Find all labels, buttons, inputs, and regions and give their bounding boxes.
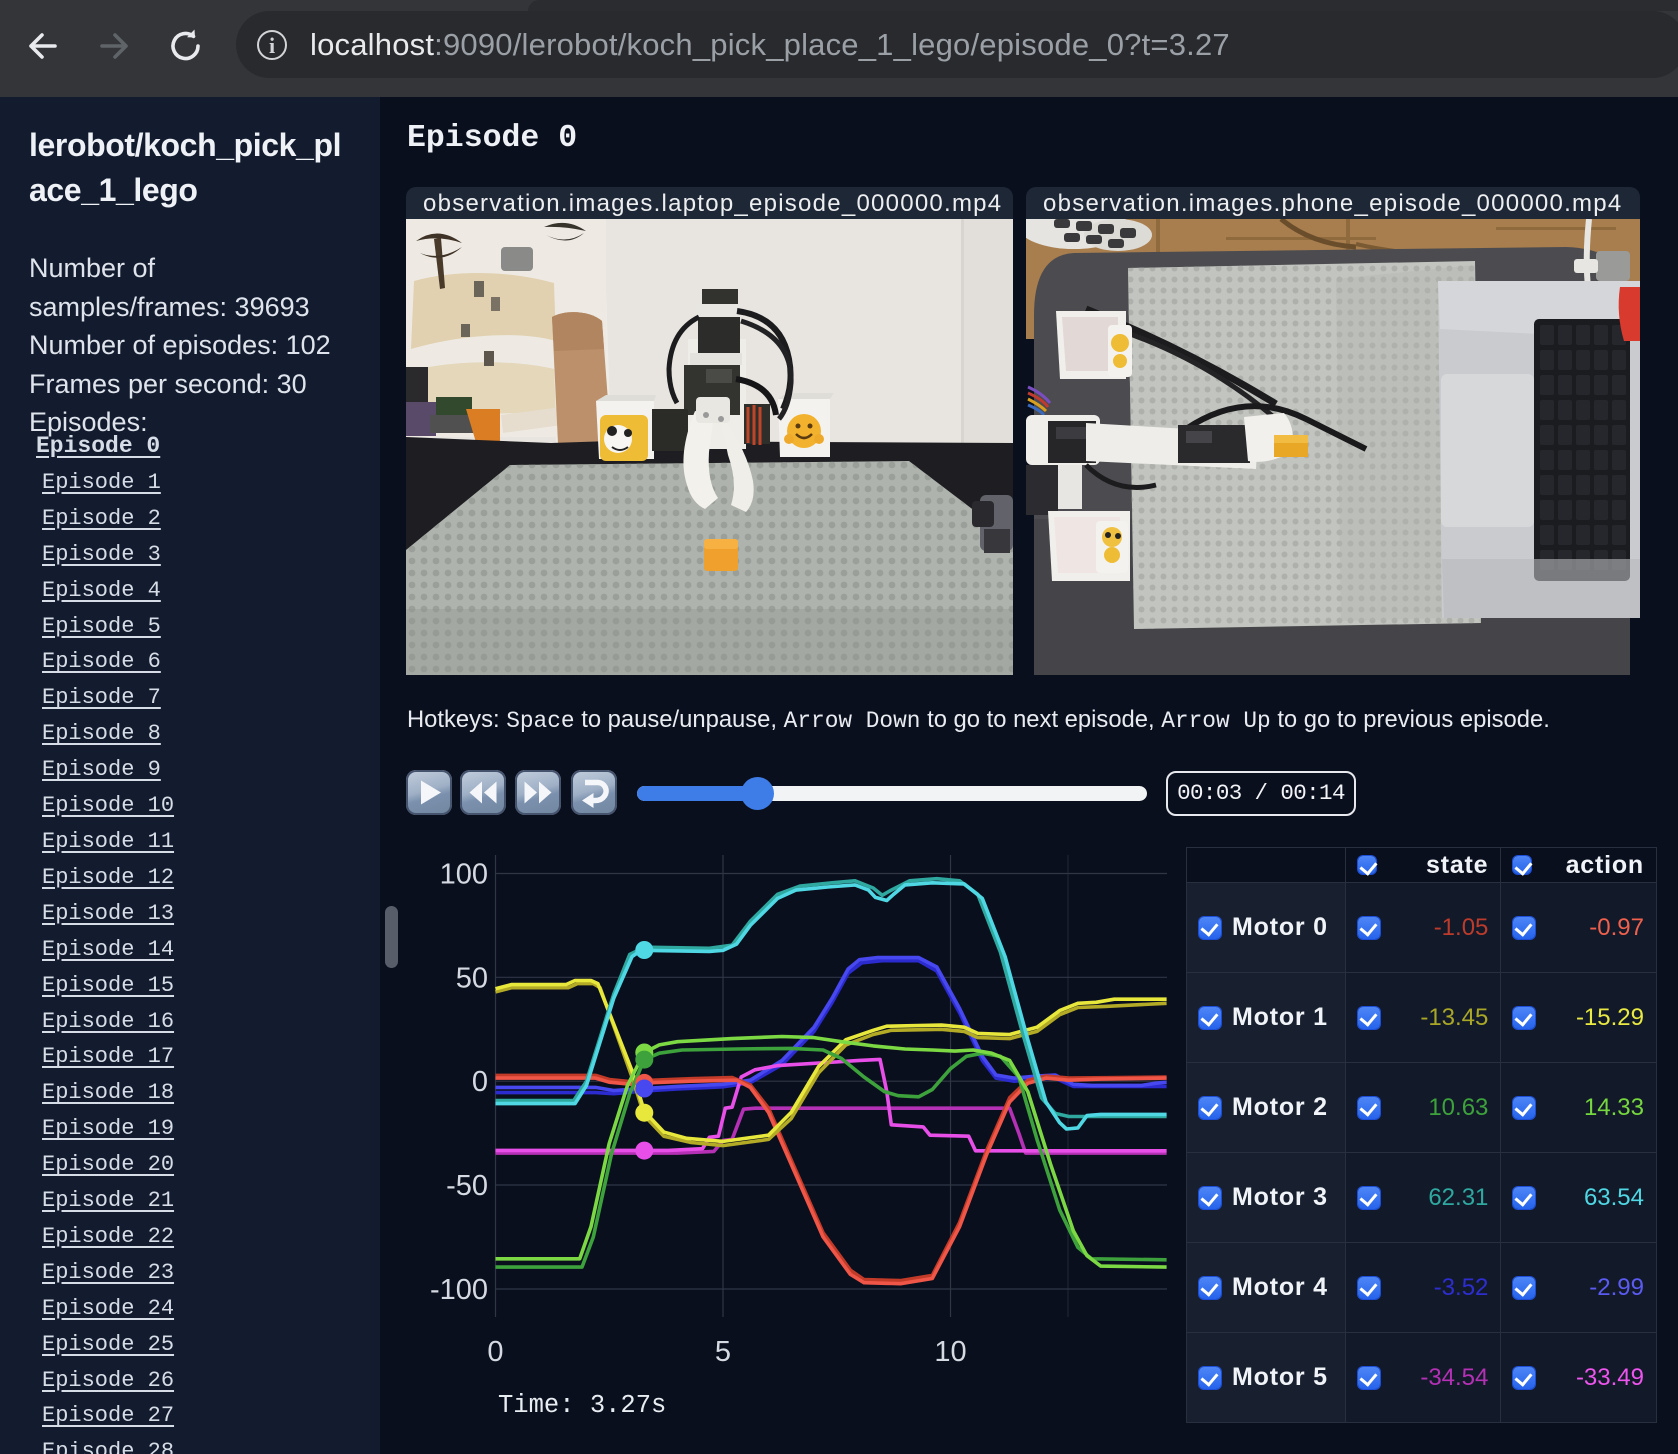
svg-text:10: 10 [934, 1336, 966, 1368]
svg-text:0: 0 [487, 1336, 503, 1368]
svg-text:100: 100 [440, 859, 488, 891]
svg-text:50: 50 [456, 962, 488, 994]
svg-text:-100: -100 [430, 1274, 488, 1306]
svg-text:-50: -50 [446, 1170, 488, 1202]
svg-text:5: 5 [715, 1336, 731, 1368]
svg-text:0: 0 [472, 1066, 488, 1098]
